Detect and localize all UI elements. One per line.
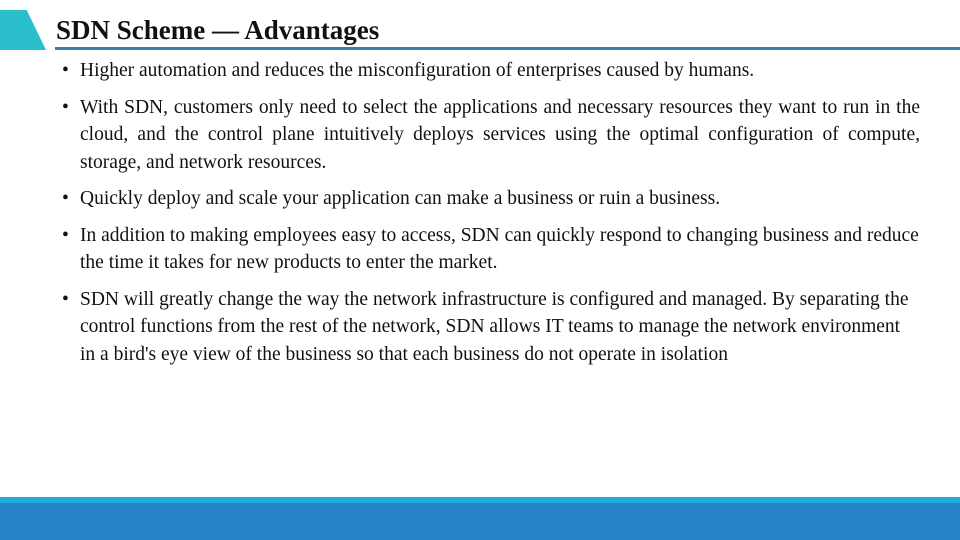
footer-band — [0, 503, 960, 540]
bullet-dot-icon: • — [62, 188, 69, 209]
bullet-dot-icon: • — [62, 96, 69, 118]
bullet-text: Higher automation and reduces the miscon… — [80, 60, 755, 81]
bullet-text: With SDN, customers only need to select … — [80, 96, 920, 173]
bullet-text: SDN will greatly change the way the netw… — [80, 288, 909, 365]
title-underline — [55, 47, 960, 50]
bullet-item: • In addition to making employees easy t… — [62, 222, 920, 277]
title-accent-shape — [0, 10, 46, 50]
bullet-list: • Higher automation and reduces the misc… — [62, 57, 920, 377]
bullet-item: • Quickly deploy and scale your applicat… — [62, 185, 920, 213]
slide-title: SDN Scheme — Advantages — [56, 15, 380, 45]
bullet-item: • Higher automation and reduces the misc… — [62, 57, 920, 85]
bullet-dot-icon: • — [62, 288, 69, 310]
bullet-item: • SDN will greatly change the way the ne… — [62, 286, 920, 369]
bullet-text: Quickly deploy and scale your applicatio… — [80, 188, 721, 209]
bullet-dot-icon: • — [62, 224, 69, 246]
bullet-text: In addition to making employees easy to … — [80, 224, 919, 274]
bullet-item: • With SDN, customers only need to selec… — [62, 94, 920, 177]
bullet-dot-icon: • — [62, 60, 69, 81]
